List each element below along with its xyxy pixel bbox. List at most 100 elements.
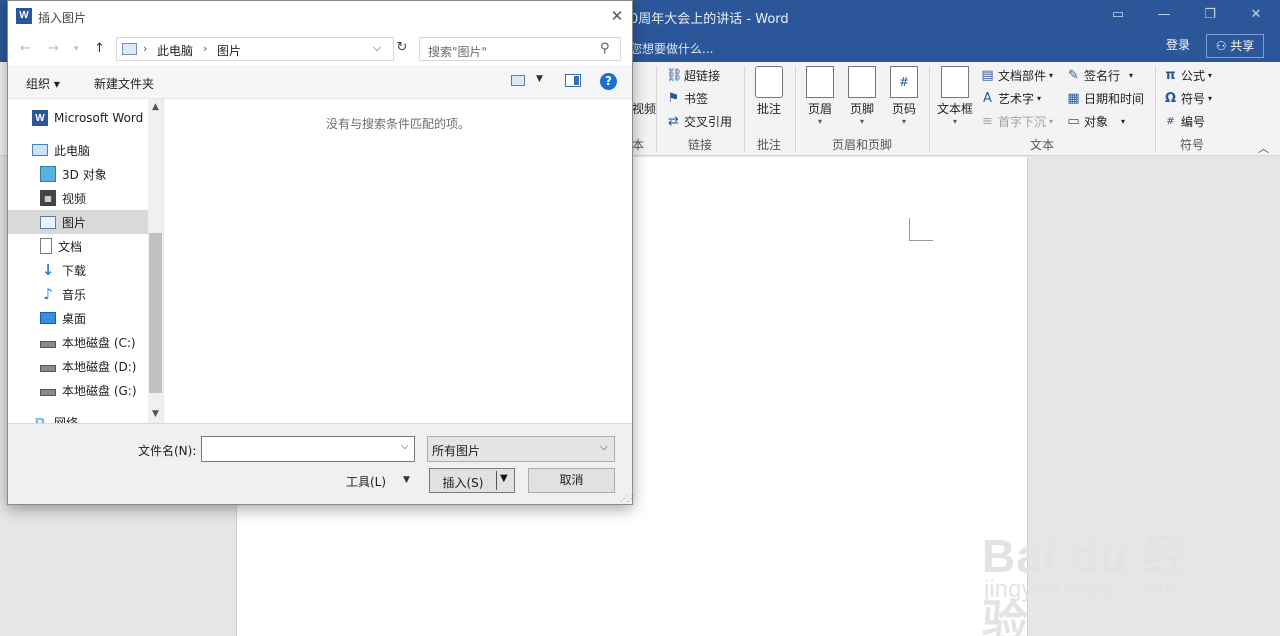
signature-line-button[interactable]: ✎ 签名行 ▾	[1066, 67, 1133, 84]
nav-item-videos[interactable]: ▦ 视频	[8, 186, 148, 210]
nav-item-pictures[interactable]: 图片	[8, 210, 148, 234]
resize-grip-icon[interactable]: ⋰⋰	[620, 494, 635, 503]
insert-options-chevron-icon[interactable]: ▼	[500, 473, 508, 484]
nav-item-drive-d[interactable]: 本地磁盘 (D:)	[8, 354, 148, 378]
up-arrow-icon[interactable]: ↑	[94, 41, 105, 56]
cross-reference-label: 交叉引用	[684, 115, 733, 129]
ribbon-display-options-icon[interactable]: ▭	[1098, 4, 1138, 26]
address-breadcrumb[interactable]: › 此电脑 › 图片 ⌵ ↻	[116, 37, 407, 61]
chevron-down-icon[interactable]: ▼	[536, 74, 543, 84]
close-icon[interactable]: ✕	[606, 5, 628, 27]
page-number-icon: #	[890, 66, 918, 98]
nav-item-drive-g[interactable]: 本地磁盘 (G:)	[8, 378, 148, 402]
nav-item-documents[interactable]: 文档	[8, 234, 148, 258]
tools-button[interactable]: 工具(L)	[346, 473, 386, 490]
nav-item-microsoft-word[interactable]: W Microsoft Word	[8, 106, 148, 130]
scroll-down-icon[interactable]: ▼	[150, 409, 161, 419]
file-type-value: 所有图片	[432, 444, 481, 458]
command-bar: 组织 ▾ 新建文件夹 ▼ ?	[8, 65, 632, 99]
3d-objects-icon	[40, 166, 56, 182]
scrollbar-thumb[interactable]	[149, 233, 162, 393]
equation-button[interactable]: π 公式 ▾	[1163, 67, 1212, 84]
chevron-down-icon[interactable]: ⌵	[373, 41, 381, 55]
close-window-icon[interactable]: ✕	[1236, 4, 1276, 26]
date-time-button[interactable]: ▦ 日期和时间	[1066, 90, 1144, 107]
text-group-label: 文本	[1030, 138, 1055, 152]
nav-item-desktop[interactable]: 桌面	[8, 306, 148, 330]
header-label: 页眉	[807, 102, 832, 116]
preview-pane-icon[interactable]	[565, 74, 581, 87]
drive-icon	[40, 340, 56, 348]
nav-item-label: Microsoft Word	[54, 111, 144, 125]
nav-item-3d-objects[interactable]: 3D 对象	[8, 162, 148, 186]
file-type-select[interactable]: 所有图片 ⌵	[427, 436, 615, 462]
user-icon: ⚇	[1215, 39, 1231, 53]
object-icon: ▭	[1067, 114, 1080, 129]
object-label: 对象	[1084, 115, 1109, 129]
sign-in-button[interactable]: 登录	[1166, 36, 1190, 53]
calendar-icon: ▦	[1067, 91, 1080, 106]
nav-item-network[interactable]: ⧉ 网络	[8, 410, 148, 424]
hyperlink-label: 超链接	[684, 69, 721, 83]
search-input[interactable]: 搜索"图片" ⚲	[419, 37, 621, 61]
video-partial-button[interactable]: 视频	[632, 100, 656, 117]
pictures-icon	[40, 215, 56, 229]
header-button[interactable]: 页眉 ▾	[798, 66, 842, 127]
breadcrumb-this-pc[interactable]: 此电脑	[157, 42, 193, 59]
chevron-down-icon[interactable]: ⌵	[401, 441, 409, 452]
symbol-button[interactable]: Ω 符号 ▾	[1163, 90, 1212, 107]
refresh-icon[interactable]: ↻	[393, 40, 411, 58]
object-button[interactable]: ▭ 对象 ▾	[1066, 113, 1125, 130]
change-view-icon[interactable]	[511, 75, 525, 86]
scroll-up-icon[interactable]: ▲	[150, 102, 161, 112]
number-button[interactable]: # 编号	[1163, 113, 1205, 130]
footer-label: 页脚	[849, 102, 874, 116]
breadcrumb-pictures[interactable]: 图片	[217, 42, 241, 59]
file-list-area[interactable]: 没有与搜索条件匹配的项。	[164, 99, 632, 423]
footer-button[interactable]: 页脚 ▾	[840, 66, 884, 127]
music-icon: ♪	[43, 285, 53, 303]
search-icon[interactable]: ⚲	[600, 41, 610, 56]
page-number-button[interactable]: # 页码 ▾	[882, 66, 926, 127]
nav-item-this-pc[interactable]: 此电脑	[8, 138, 148, 162]
nav-item-drive-c[interactable]: 本地磁盘 (C:)	[8, 330, 148, 354]
chevron-down-icon: ▾	[1037, 94, 1042, 103]
cancel-button[interactable]: 取消	[528, 468, 615, 493]
chevron-right-icon[interactable]: ›	[143, 42, 147, 55]
video-partial-label: 视频	[632, 102, 657, 116]
chevron-down-icon: ▾	[1208, 94, 1213, 103]
navigation-scrollbar[interactable]: ▲ ▼	[148, 99, 163, 423]
word-app-icon: W	[16, 8, 32, 24]
quick-parts-button[interactable]: ▤ 文档部件 ▾	[980, 67, 1053, 84]
hyperlink-button[interactable]: ⛓ 超链接	[666, 67, 720, 84]
chevron-down-icon: ▾	[817, 117, 822, 126]
signature-line-label: 签名行	[1084, 69, 1121, 83]
chevron-down-icon[interactable]: ▼	[403, 475, 410, 485]
restore-icon[interactable]: ❐	[1190, 4, 1230, 26]
collapse-ribbon-icon[interactable]: ︿	[1258, 140, 1269, 156]
help-icon[interactable]: ?	[600, 73, 617, 90]
text-box-button[interactable]: 文本框 ▾	[933, 66, 977, 127]
nav-item-downloads[interactable]: ↓ 下载	[8, 258, 148, 282]
chevron-down-icon: ▾	[901, 117, 906, 126]
wordart-button[interactable]: A 艺术字 ▾	[980, 90, 1041, 107]
new-comment-button[interactable]: 批注	[747, 66, 791, 117]
chevron-right-icon[interactable]: ›	[203, 42, 207, 55]
share-button[interactable]: ⚇ 共享	[1206, 34, 1264, 58]
forward-arrow-icon[interactable]: →	[48, 41, 59, 56]
recent-locations-chevron-icon[interactable]: ▾	[74, 44, 79, 54]
cross-reference-button[interactable]: ⇄ 交叉引用	[666, 113, 732, 130]
back-arrow-icon[interactable]: ←	[20, 41, 31, 56]
dialog-titlebar[interactable]: W 插入图片 ✕	[8, 1, 632, 33]
tell-me-search[interactable]: 您想要做什么...	[630, 40, 713, 57]
organize-button[interactable]: 组织 ▾	[26, 75, 60, 92]
minimize-icon[interactable]: —	[1144, 4, 1184, 26]
navigation-pane[interactable]: W Microsoft Word 此电脑 3D 对象 ▦ 视频 图片 文档 ↓ …	[8, 99, 163, 423]
omega-icon: Ω	[1164, 91, 1177, 106]
filename-input[interactable]	[201, 436, 415, 462]
insert-button[interactable]: 插入(S) ▼	[429, 468, 515, 493]
new-folder-button[interactable]: 新建文件夹	[94, 75, 154, 92]
nav-item-music[interactable]: ♪ 音乐	[8, 282, 148, 306]
drop-cap-button[interactable]: ≡ 首字下沉 ▾	[980, 113, 1053, 130]
bookmark-button[interactable]: ⚑ 书签	[666, 90, 708, 107]
